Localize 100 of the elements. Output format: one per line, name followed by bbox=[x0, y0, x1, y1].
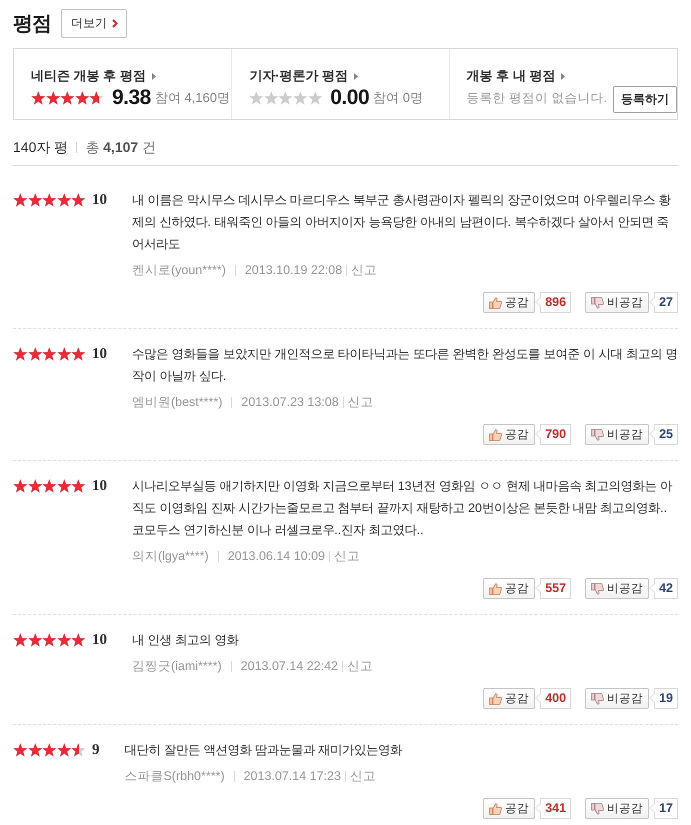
star-icon bbox=[13, 633, 28, 647]
star-icon bbox=[89, 91, 104, 105]
dislike-button[interactable]: 비공감 bbox=[585, 798, 650, 819]
review-date: 2013.07.14 17:23 bbox=[244, 768, 341, 785]
empty-rating-message: 등록한 평점이 없습니다. bbox=[466, 90, 607, 106]
review-date: 2013.10.19 22:08 bbox=[244, 262, 342, 279]
caret-right-icon bbox=[354, 72, 358, 80]
star-icon bbox=[56, 743, 72, 757]
dislike-button[interactable]: 비공감 bbox=[585, 292, 650, 313]
thumbs-up-icon bbox=[489, 582, 502, 594]
star-icon bbox=[13, 347, 28, 361]
chevron-right-icon bbox=[112, 19, 118, 28]
review-score: 10 bbox=[92, 477, 107, 496]
star-icon bbox=[278, 91, 294, 105]
star-icon bbox=[308, 91, 322, 105]
star-icon bbox=[13, 193, 28, 207]
dislike-count: 27 bbox=[649, 292, 678, 313]
thumbs-down-icon bbox=[591, 428, 604, 440]
dislike-count: 25 bbox=[649, 424, 678, 445]
like-button[interactable]: 공감 bbox=[483, 798, 536, 819]
review-score: 10 bbox=[92, 345, 107, 364]
dislike-button[interactable]: 비공감 bbox=[585, 688, 650, 709]
review-author: 스파클S(rbh0****) bbox=[124, 768, 225, 785]
like-button[interactable]: 공감 bbox=[483, 578, 536, 599]
like-count: 341 bbox=[535, 798, 572, 819]
review-list-title: 140자 평 bbox=[13, 138, 68, 157]
rating-category-link[interactable]: 네티즌 개봉 후 평점 bbox=[31, 67, 156, 85]
star-icon bbox=[42, 347, 57, 361]
star-icon bbox=[13, 479, 28, 493]
star-icon bbox=[42, 479, 57, 493]
review-text: 시나리오부실등 애기하지만 이영화 지금으로부터 13년전 영화임 ㅇㅇ 현제 내마음속 최고의영화는 아직도 이영화임 진짜 시간가는줄모르고 첨부터 끝까지 재탕하고 20번이상은 본듯한 내맘 최고의영화..코모두스 연기하신분 이나 러셀크로우..진자 최고였다.. bbox=[132, 478, 674, 539]
star-icon bbox=[60, 91, 75, 105]
rating-category-link[interactable]: 개봉 후 내 평점 bbox=[466, 67, 566, 85]
review-author: 김찡긋(iami****) bbox=[132, 658, 222, 675]
star-icon bbox=[249, 91, 264, 105]
like-button[interactable]: 공감 bbox=[483, 424, 536, 445]
thumbs-up-icon bbox=[489, 296, 502, 308]
caret-right-icon bbox=[152, 72, 156, 80]
star-icon bbox=[56, 193, 72, 207]
star-icon bbox=[74, 91, 90, 105]
star-icon bbox=[71, 633, 86, 647]
review-text: 대단히 잘만든 액션영화 땀과눈물과 재미가있는영화 bbox=[124, 742, 404, 759]
dislike-count: 42 bbox=[649, 578, 678, 599]
review-text: 내 인생 최고의 영화 bbox=[132, 632, 240, 649]
star-icon bbox=[42, 193, 57, 207]
participant-count: 참여 0명 bbox=[373, 89, 423, 107]
star-icon bbox=[71, 193, 86, 207]
review-score: 10 bbox=[92, 631, 107, 650]
review-score: 10 bbox=[92, 191, 107, 210]
like-count: 400 bbox=[535, 688, 572, 709]
dislike-button[interactable]: 비공감 bbox=[585, 578, 650, 599]
review-author: 켄시로(youn****) bbox=[132, 262, 226, 279]
star-icon bbox=[56, 347, 72, 361]
thumbs-down-icon bbox=[591, 582, 604, 594]
caret-right-icon bbox=[561, 72, 566, 80]
average-score: 9.38 bbox=[112, 86, 151, 110]
star-icon bbox=[46, 91, 60, 105]
review-text: 수많은 영화들을 보았지만 개인적으로 타이타닉과는 또다른 완벽한 완성도를 보여준 이 시대 최고의 명작이 아닐까 싶다. bbox=[132, 346, 678, 385]
star-icon bbox=[28, 193, 42, 207]
star-icon bbox=[31, 91, 46, 105]
star-icon bbox=[28, 479, 42, 493]
star-icon bbox=[71, 347, 86, 361]
review-author: 의지(lgya****) bbox=[132, 548, 209, 565]
thumbs-up-icon bbox=[489, 428, 502, 440]
like-button[interactable]: 공감 bbox=[483, 292, 536, 313]
thumbs-down-icon bbox=[591, 692, 604, 704]
review-text: 내 이름은 막시무스 데시무스 마르디우스 북부군 총사령관이자 펠릭의 장군이었으며 아우렐리우스 황제의 신하였다. 태워죽인 아들의 아버지이자 능욕당한 아내의 남편이다. 복수하겠다 살아서 안되면 죽어서라도 bbox=[132, 192, 672, 253]
star-icon bbox=[56, 633, 72, 647]
star-icon bbox=[42, 743, 57, 757]
thumbs-down-icon bbox=[591, 802, 604, 814]
register-button[interactable]: 등록하기 bbox=[613, 86, 677, 113]
like-count: 557 bbox=[535, 578, 572, 599]
like-count: 896 bbox=[535, 292, 572, 313]
star-icon bbox=[28, 633, 42, 647]
review-date: 2013.06.14 10:09 bbox=[228, 548, 326, 565]
thumbs-up-icon bbox=[489, 802, 502, 814]
rating-category-link[interactable]: 기자·평론가 평점 bbox=[249, 67, 358, 85]
star-icon bbox=[28, 743, 42, 757]
thumbs-down-icon bbox=[591, 296, 604, 308]
dislike-button[interactable]: 비공감 bbox=[585, 424, 650, 445]
star-icon bbox=[56, 479, 72, 493]
review-date: 2013.07.14 22:42 bbox=[240, 658, 338, 675]
star-icon bbox=[264, 91, 278, 105]
review-date: 2013.07.23 13:08 bbox=[241, 394, 339, 411]
star-icon bbox=[293, 91, 308, 105]
star-icon bbox=[42, 633, 57, 647]
participant-count: 참여 4,160명 bbox=[154, 89, 230, 107]
review-score: 9 bbox=[92, 741, 100, 760]
star-icon bbox=[28, 347, 42, 361]
more-button[interactable]: 더보기 bbox=[61, 9, 127, 38]
like-button[interactable]: 공감 bbox=[483, 688, 536, 709]
star-icon bbox=[13, 743, 28, 757]
star-icon bbox=[71, 479, 86, 493]
star-icon bbox=[71, 743, 86, 757]
dislike-count: 17 bbox=[649, 798, 678, 819]
average-score: 0.00 bbox=[330, 86, 370, 110]
review-author: 엠비원(best****) bbox=[132, 394, 222, 411]
dislike-count: 19 bbox=[649, 688, 678, 709]
review-total-count: 총 4,107 건 bbox=[85, 138, 156, 157]
thumbs-up-icon bbox=[489, 692, 502, 704]
